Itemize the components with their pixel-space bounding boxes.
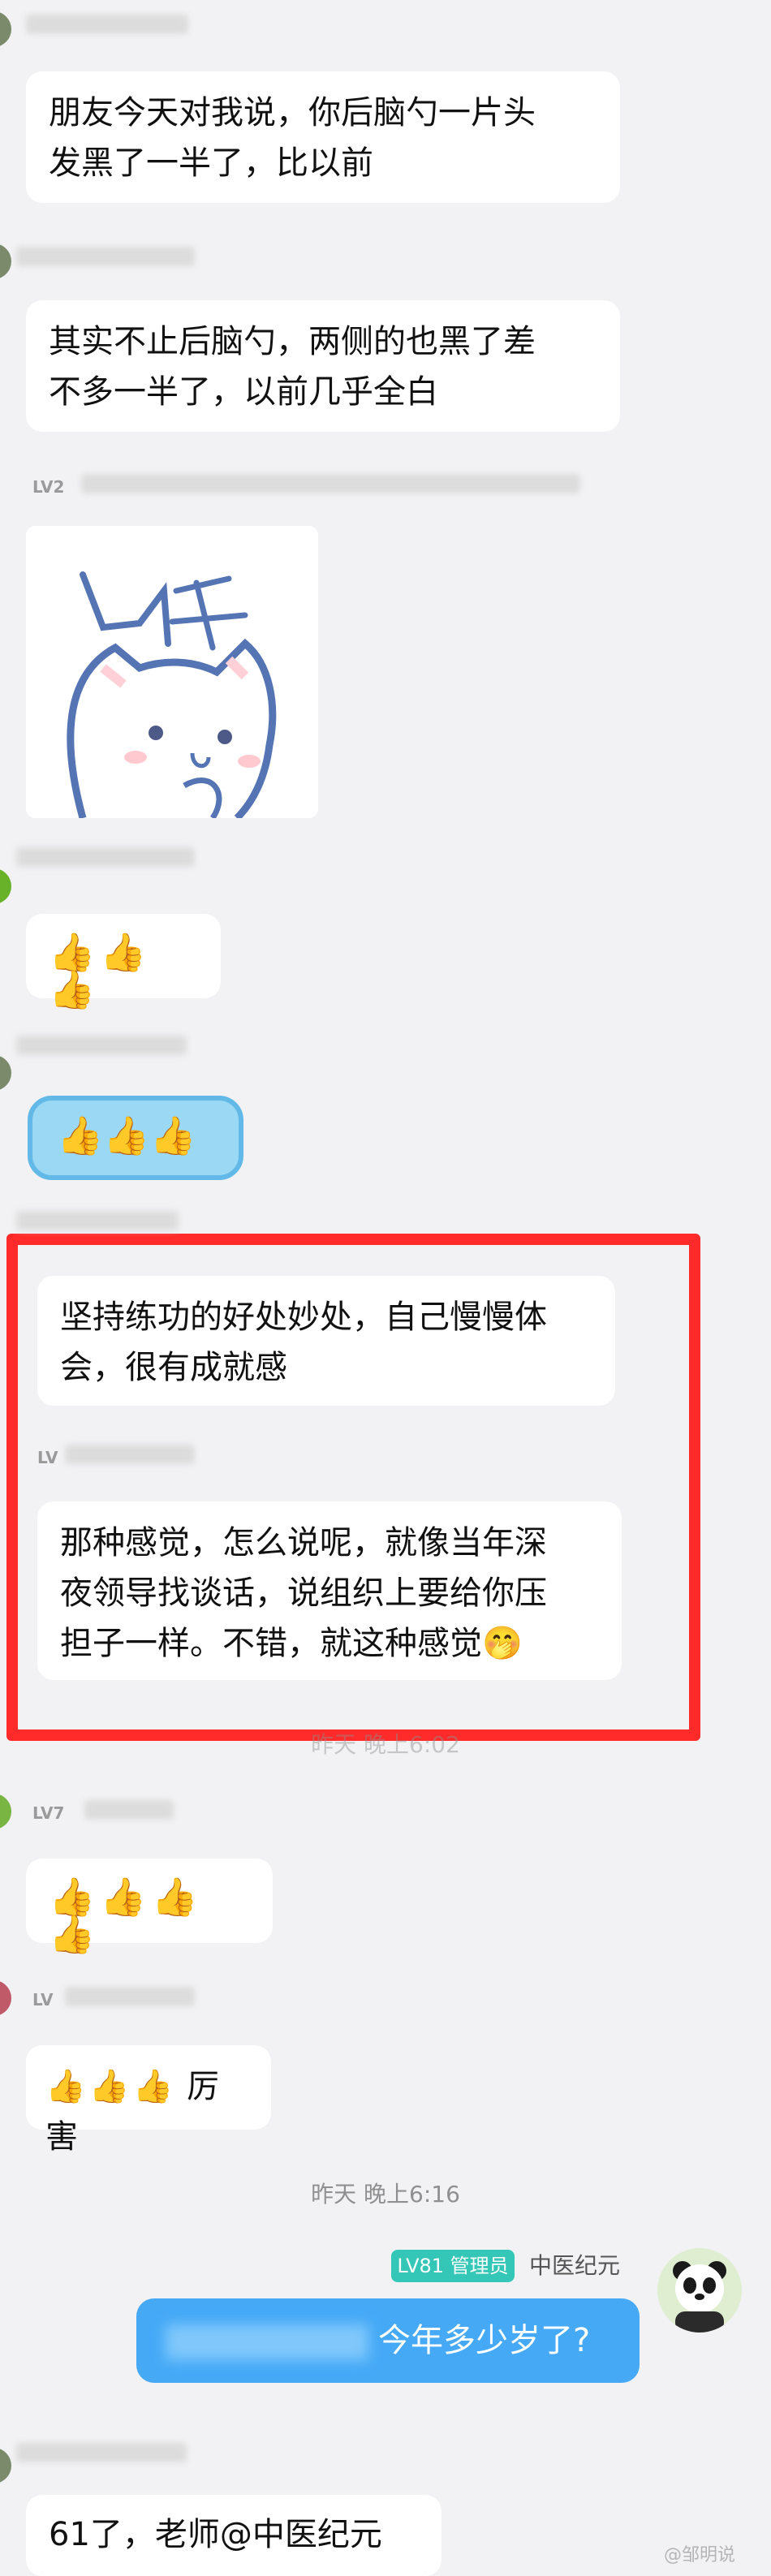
sender-name: [84, 1800, 174, 1820]
sender-name: [16, 2443, 187, 2462]
blurred-mention: [166, 2324, 368, 2360]
sender-name: [65, 1445, 195, 1464]
message-bubble[interactable]: 那种感觉，怎么说呢，就像当年深 夜领导找谈话，说组织上要给你压 担子一样。不错，…: [37, 1501, 622, 1680]
sender-name: [81, 474, 580, 493]
lv-label: LV7: [32, 1803, 65, 1823]
avatar[interactable]: [0, 868, 11, 904]
avatar[interactable]: [0, 1980, 11, 2016]
message-bubble[interactable]: 朋友今天对我说，你后脑勺一片头 发黑了一半了，比以前: [26, 71, 620, 203]
message-text: 夜领导找谈话，说组织上要给你压: [60, 1574, 547, 1612]
message-bubble[interactable]: 👍👍👍: [28, 1096, 243, 1180]
message-text: 担子一样。不错，就这种感觉🤭: [60, 1625, 523, 1662]
message-bubble[interactable]: 坚持练功的好处妙处，自己慢慢体 会，很有成就感: [37, 1276, 615, 1406]
panda-avatar-icon: [657, 2248, 742, 2333]
avatar[interactable]: [0, 1794, 11, 1829]
watermark: @邹明说: [664, 2545, 736, 2565]
admin-badge: LV81 管理员: [391, 2250, 515, 2282]
avatar[interactable]: [0, 1055, 11, 1091]
message-text: 其实不止后脑勺，两侧的也黑了差: [49, 323, 536, 360]
avatar[interactable]: [0, 243, 11, 279]
cat-sticker-icon: [26, 526, 318, 818]
message-bubble[interactable]: 61了，老师@中医纪元: [26, 2495, 441, 2576]
my-message-bubble[interactable]: 今年多少岁了?: [136, 2298, 640, 2383]
message-text: 坚持练功的好处妙处，自己慢慢体: [60, 1299, 547, 1336]
admin-name: 中医纪元: [529, 2252, 621, 2279]
lv-label: LV2: [32, 477, 65, 497]
message-text: 今年多少岁了?: [378, 2322, 591, 2359]
message-text: 61了，老师@中医纪元: [49, 2516, 382, 2553]
avatar[interactable]: [0, 2448, 11, 2483]
timestamp: 昨天 晚上6:16: [311, 2181, 460, 2208]
panda-avatar[interactable]: [657, 2248, 742, 2333]
message-bubble[interactable]: 其实不止后脑勺，两侧的也黑了差 不多一半了，以前几乎全白: [26, 300, 620, 432]
message-text: 不多一半了，以前几乎全白: [49, 373, 438, 411]
message-text: 会，很有成就感: [60, 1349, 287, 1386]
timestamp: 昨天 晚上6:02: [311, 1731, 460, 1758]
sender-name: [16, 247, 195, 266]
avatar[interactable]: [0, 11, 11, 47]
message-bubble[interactable]: 👍👍👍: [26, 914, 221, 1008]
lv-label: LV: [37, 1448, 58, 1467]
thumbs-emoji: 👍👍👍: [45, 2068, 177, 2105]
sender-name: [16, 1211, 179, 1230]
lv-label: LV: [32, 1990, 54, 2010]
sender-name: [16, 1036, 187, 1055]
message-text: 发黑了一半了，比以前: [49, 144, 373, 182]
message-bubble[interactable]: 👍👍👍 厉害: [26, 2045, 271, 2156]
message-text: 朋友今天对我说，你后脑勺一片头: [49, 94, 536, 131]
sender-name: [16, 847, 195, 867]
sticker[interactable]: [26, 526, 318, 818]
message-bubble[interactable]: 👍👍👍👍: [26, 1859, 273, 1953]
sender-name: [26, 15, 188, 34]
sender-name: [65, 1987, 195, 2006]
message-text: 那种感觉，怎么说呢，就像当年深: [60, 1524, 547, 1562]
